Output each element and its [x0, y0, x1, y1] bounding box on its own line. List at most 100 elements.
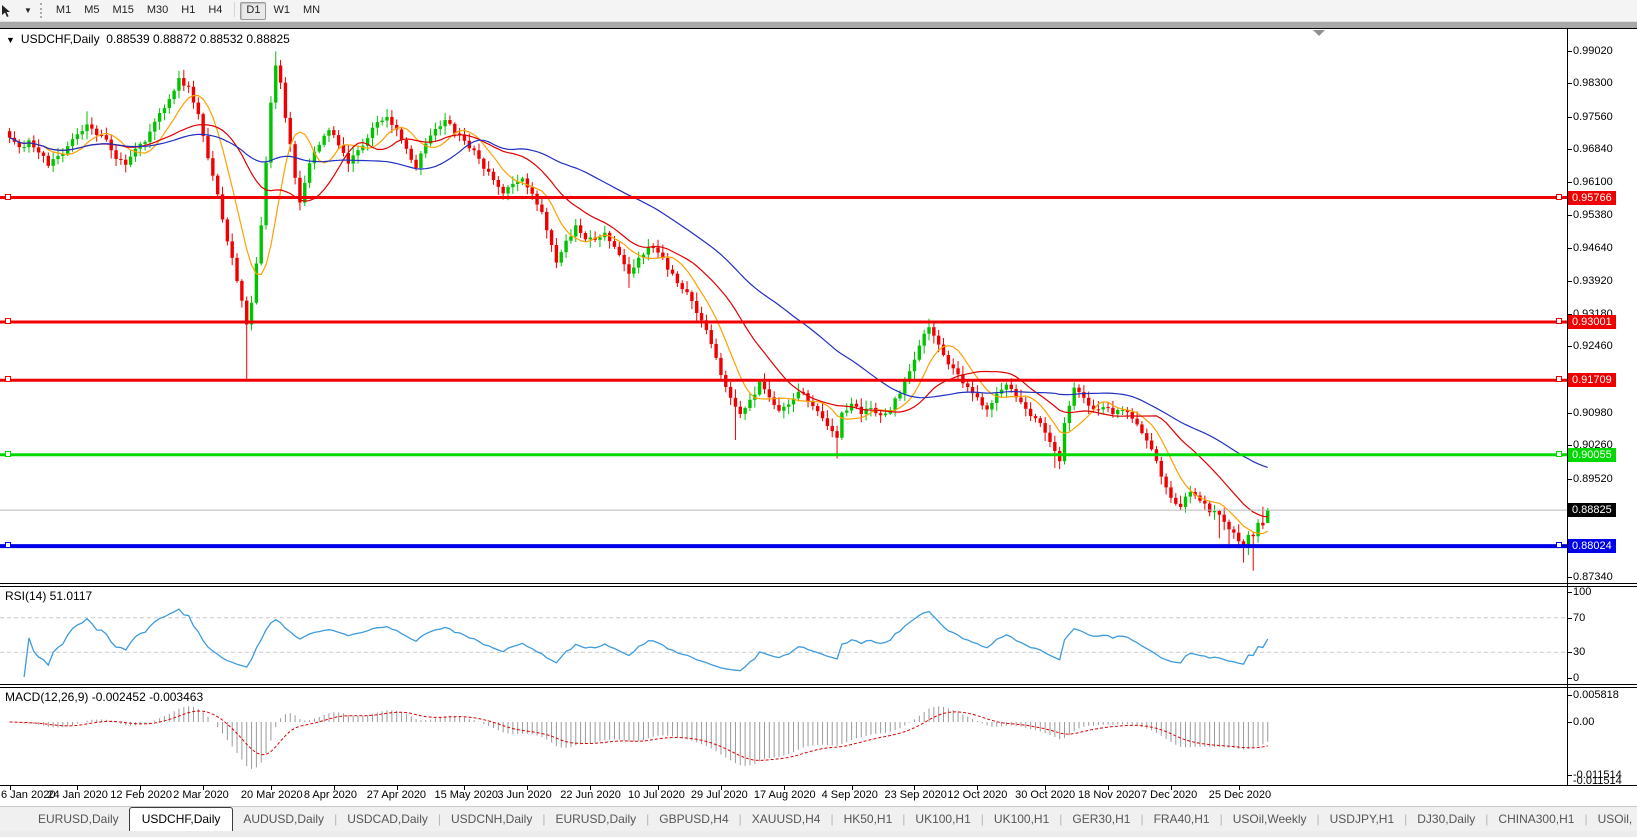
price-axis-label: 0.90980 — [1573, 407, 1613, 420]
rsi-tick — [1567, 617, 1572, 619]
current-price-label: 0.88825 — [1568, 503, 1616, 518]
chart-tab-usoil-[interactable]: USOil, — [1588, 808, 1637, 831]
macd-axis-label: -0.011514 — [1573, 775, 1622, 787]
chart-tab-audusd-daily[interactable]: AUDUSD,Daily — [233, 808, 334, 831]
pane-border[interactable] — [0, 583, 1637, 584]
time-axis-label: 17 Aug 2020 — [753, 789, 816, 801]
hline-marker[interactable] — [1556, 318, 1562, 325]
chart-tab-fra40-h1[interactable]: FRA40,H1 — [1144, 808, 1220, 831]
chart-tab-usdjpy-h1[interactable]: USDJPY,H1 — [1320, 808, 1404, 831]
hline-price-label: 0.93001 — [1568, 315, 1616, 330]
hline-marker[interactable] — [5, 376, 11, 383]
price-axis-label: 0.87340 — [1573, 570, 1613, 583]
price-tick — [1567, 182, 1572, 184]
rsi-pane — [0, 608, 1567, 678]
hline-marker[interactable] — [1556, 450, 1562, 457]
timeframe-button-m5[interactable]: M5 — [78, 2, 105, 20]
hline-marker[interactable] — [1556, 193, 1562, 200]
price-tick — [1567, 478, 1572, 480]
rsi-tick — [1567, 652, 1572, 654]
rsi-tick — [1567, 592, 1572, 593]
chart-tab-uk100-h1[interactable]: UK100,H1 — [984, 808, 1059, 831]
chart-tab-eurusd-daily[interactable]: EURUSD,Daily — [545, 808, 646, 831]
rsi-tick — [1567, 678, 1572, 679]
macd-pane — [9, 706, 1269, 769]
trading-platform-window: ▼ M1 M5 M15 M30 H1 H4 D1 W1 MN ▼ USDCHF,Daily 0.8… — [0, 0, 1637, 837]
price-axis-label: 0.93920 — [1573, 274, 1613, 287]
timeframe-button-h1[interactable]: H1 — [175, 2, 201, 20]
rsi-axis-label: 100 — [1573, 586, 1592, 598]
time-axis-label: 3 Jun 2020 — [497, 789, 552, 801]
timeframe-button-h4[interactable]: H4 — [202, 2, 228, 20]
macd-indicator-label: MACD(12,26,9) -0.002452 -0.003463 — [5, 690, 204, 704]
hline-marker[interactable] — [1556, 376, 1562, 383]
chart-tab-eurusd-daily[interactable]: EURUSD,Daily — [28, 808, 129, 831]
price-axis-label: 0.96840 — [1573, 143, 1613, 156]
chart-tab-ger30-h1[interactable]: GER30,H1 — [1062, 808, 1140, 831]
timeframe-button-d1[interactable]: D1 — [240, 1, 267, 20]
rsi-axis-label: 0 — [1573, 672, 1580, 684]
time-axis-label: 2 Mar 2020 — [173, 789, 229, 801]
chart-tab-xauusd-h4[interactable]: XAUUSD,H4 — [742, 808, 831, 831]
price-axis-label: 0.99020 — [1573, 45, 1613, 57]
toolbar-grip[interactable] — [39, 3, 42, 18]
hline-price-label: 0.91709 — [1568, 373, 1616, 388]
chart-tab-china300-h1[interactable]: CHINA300,H1 — [1488, 808, 1584, 831]
hline-marker[interactable] — [5, 318, 11, 325]
chart-tab-uk100-h1[interactable]: UK100,H1 — [905, 808, 980, 831]
timeframe-toolbar: ▼ M1 M5 M15 M30 H1 H4 D1 W1 MN — [0, 0, 1637, 22]
price-tick — [1567, 83, 1572, 85]
timeframe-button-m30[interactable]: M30 — [141, 2, 174, 20]
time-axis-label: 12 Oct 2020 — [947, 789, 1008, 801]
macd-axis-label: 0.00 — [1573, 716, 1595, 728]
price-tick — [1567, 149, 1572, 151]
x-axis-line — [0, 785, 1637, 786]
timeframe-button-w1[interactable]: W1 — [267, 2, 296, 20]
time-axis-label: 23 Sep 2020 — [884, 789, 947, 801]
hline-price-label: 0.95766 — [1568, 190, 1616, 205]
timeframe-button-mn[interactable]: MN — [297, 2, 326, 20]
price-tick — [1567, 346, 1572, 348]
toolbar-separator — [234, 1, 236, 17]
time-axis-label: 4 Sep 2020 — [821, 789, 878, 801]
hline-marker[interactable] — [5, 193, 11, 200]
chart-tab-usdchf-daily[interactable]: USDCHF,Daily — [128, 807, 234, 832]
price-tick — [1567, 280, 1572, 282]
chart-tab-gbpusd-h4[interactable]: GBPUSD,H4 — [649, 808, 738, 831]
time-axis-label: 7 Dec 2020 — [1140, 789, 1198, 801]
cursor-dropdown-caret-icon[interactable]: ▼ — [24, 6, 32, 15]
hline-marker[interactable] — [5, 450, 11, 457]
timeframe-button-m1[interactable]: M1 — [50, 2, 77, 20]
price-tick — [1567, 248, 1572, 250]
rsi-axis-label: 70 — [1573, 611, 1586, 624]
price-axis-label: 0.97560 — [1573, 110, 1613, 123]
time-axis-label: 12 Feb 2020 — [110, 789, 173, 801]
price-axis-line — [1567, 28, 1568, 786]
cursor-tool-icon[interactable] — [2, 3, 23, 19]
rsi-indicator-label: RSI(14) 51.0117 — [5, 589, 93, 603]
macd-tick — [1567, 722, 1572, 723]
price-axis-label: 0.98300 — [1573, 77, 1613, 90]
time-axis-label: 18 Nov 2020 — [1078, 789, 1141, 801]
time-axis-label: 8 Apr 2020 — [303, 789, 358, 801]
hline-marker[interactable] — [1556, 542, 1562, 549]
chart-tab-hk50-h1[interactable]: HK50,H1 — [834, 808, 903, 831]
hline-marker[interactable] — [5, 542, 11, 549]
price-pane — [0, 51, 1567, 571]
price-axis-label: 0.94640 — [1573, 242, 1613, 255]
time-axis-label: 10 Jul 2020 — [628, 789, 685, 801]
price-tick — [1567, 116, 1572, 118]
time-axis-label: 20 Mar 2020 — [240, 789, 303, 801]
time-axis-label: 27 Apr 2020 — [366, 789, 427, 801]
chart-tab-usdcad-daily[interactable]: USDCAD,Daily — [337, 808, 438, 831]
chart-tab-usdcnh-daily[interactable]: USDCNH,Daily — [441, 808, 542, 831]
chart-tab-dj30-daily[interactable]: DJ30,Daily — [1407, 808, 1485, 831]
hline-price-label: 0.90055 — [1568, 447, 1616, 462]
timeframe-buttons: M1 M5 M15 M30 H1 H4 D1 W1 MN — [50, 1, 327, 20]
pane-border[interactable] — [0, 684, 1637, 685]
macd-tick — [1567, 775, 1572, 777]
chart-tab-usoil-weekly[interactable]: USOil,Weekly — [1223, 808, 1317, 831]
price-axis-label: 0.96100 — [1573, 176, 1613, 189]
macd-tick — [1567, 694, 1572, 696]
timeframe-button-m15[interactable]: M15 — [106, 2, 139, 20]
